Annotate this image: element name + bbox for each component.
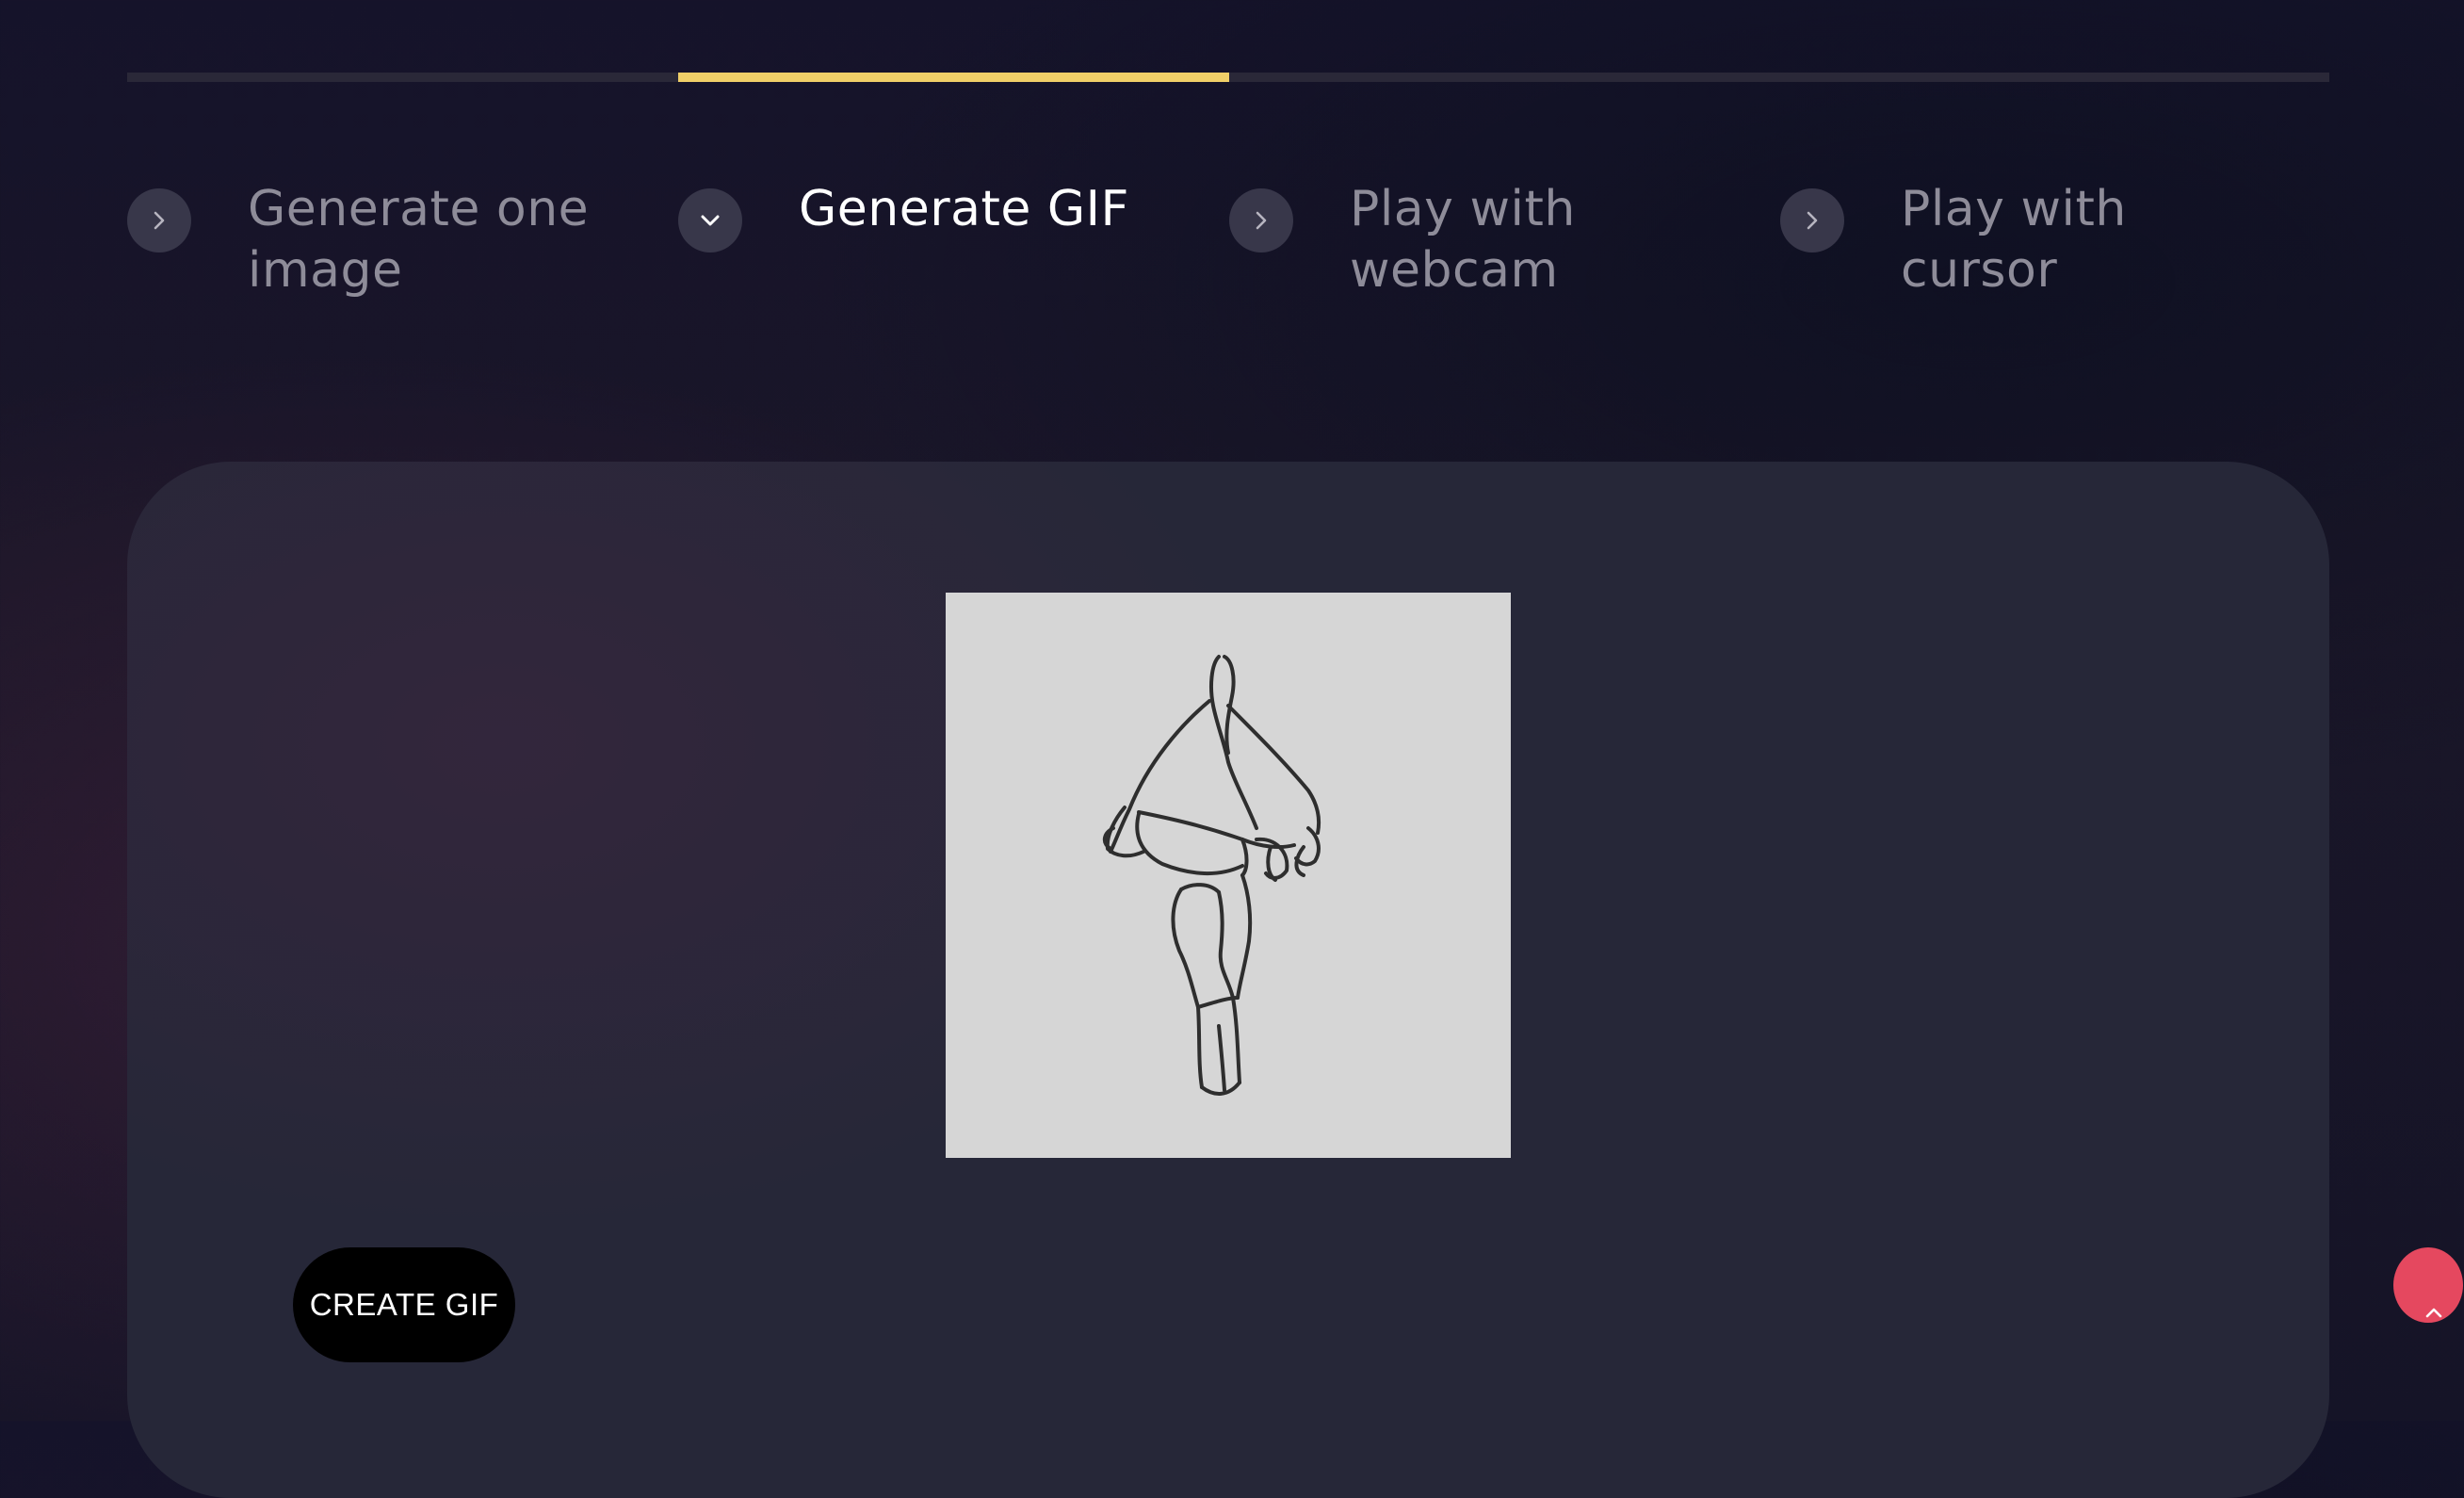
- tab-play-with-cursor[interactable]: Play with cursor: [1780, 179, 2308, 311]
- step-label: Generate one image: [248, 181, 590, 299]
- step-progress-bar: [127, 73, 2329, 82]
- floating-action-button[interactable]: [2393, 1247, 2463, 1323]
- step-progress-active-segment: [678, 73, 1229, 82]
- chevron-right-icon: [127, 188, 191, 252]
- chevron-up-icon: [2425, 1308, 2442, 1318]
- step-label: Play with webcam: [1350, 181, 1576, 299]
- generated-image-preview: [946, 593, 1511, 1158]
- sketch-figure-image: [1102, 655, 1321, 1096]
- step-label: Play with cursor: [1901, 181, 2127, 299]
- tab-generate-one-image[interactable]: Generate one image: [127, 179, 655, 311]
- chevron-right-icon: [1780, 188, 1844, 252]
- chevron-down-icon: [678, 188, 742, 252]
- step-label: Generate GIF: [799, 181, 1129, 237]
- chevron-right-icon: [1229, 188, 1293, 252]
- tab-generate-gif[interactable]: Generate GIF: [678, 179, 1206, 311]
- create-gif-button[interactable]: CREATE GIF: [293, 1247, 515, 1362]
- tab-play-with-webcam[interactable]: Play with webcam: [1229, 179, 1757, 311]
